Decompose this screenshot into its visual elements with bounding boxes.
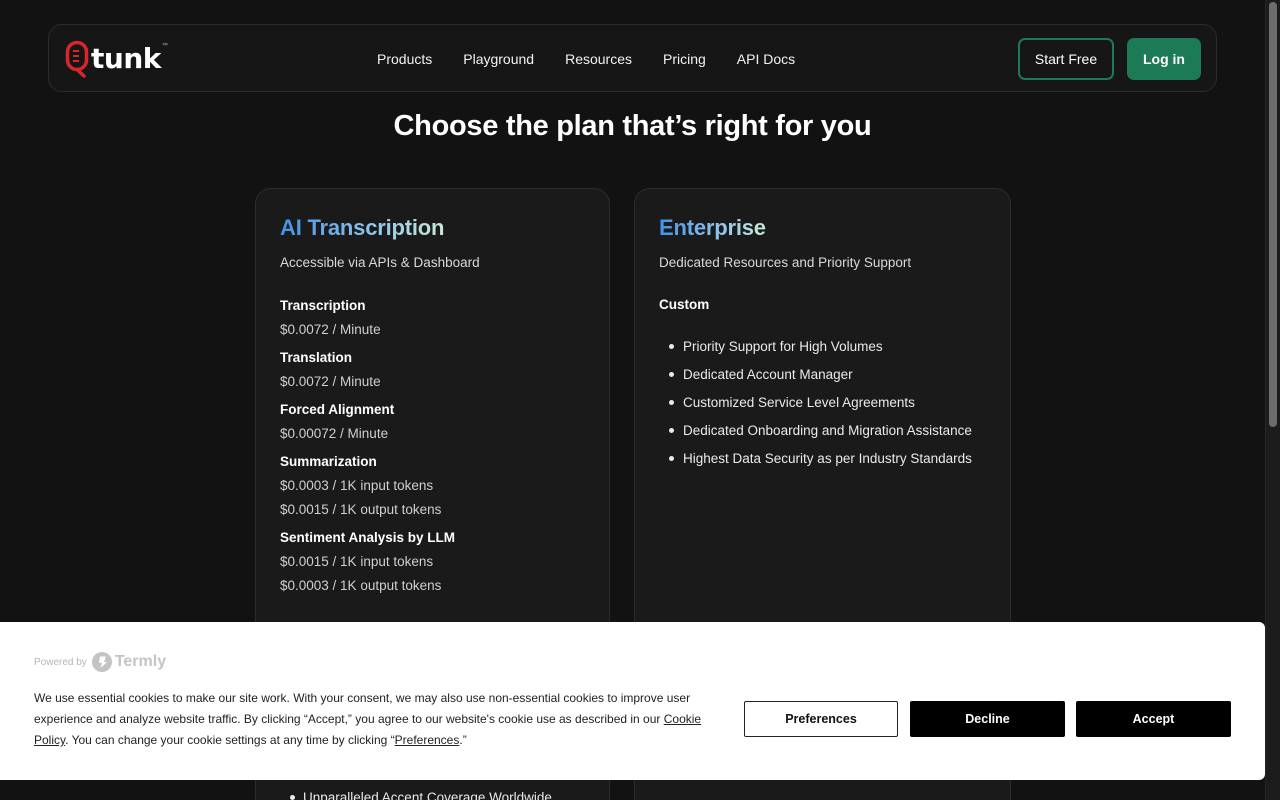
cookie-preferences-button[interactable]: Preferences [744,701,898,737]
scrollbar-thumb[interactable] [1269,2,1277,427]
list-item-label: Highest Data Security as per Industry St… [683,450,972,466]
page-scrollbar[interactable] [1265,0,1280,800]
feature-price: $0.0015 / 1K input tokens [280,554,434,569]
bullet-icon [669,371,674,377]
start-free-button[interactable]: Start Free [1018,38,1114,80]
feature-price: $0.0003 / 1K input tokens [280,478,434,493]
login-button[interactable]: Log in [1127,38,1201,80]
list-item: Unparalleled Accent Coverage Worldwide [290,790,552,800]
list-item-label: Customized Service Level Agreements [683,394,915,410]
nav-link-products[interactable]: Products [377,51,432,67]
brand-logo[interactable]: tunk ™ [65,39,168,79]
pricing-list: Transcription $0.0072 / Minute Translati… [280,297,589,595]
page-title: Choose the plan that’s right for you [393,110,872,142]
feature-price: $0.0072 / Minute [280,322,381,337]
nav-link-playground[interactable]: Playground [463,51,534,67]
feature-name: Transcription [280,298,366,313]
bullet-icon [290,795,295,800]
list-item-label: Unparalleled Accent Coverage Worldwide [303,790,552,800]
cookie-notice-text: We use essential cookies to make our sit… [34,691,702,747]
feature-price: $0.0015 / 1K output tokens [280,502,442,517]
cookie-consent-banner: Powered by Termly We use essential cooki… [0,622,1265,780]
bullet-icon [669,427,674,433]
cookie-decline-button[interactable]: Decline [910,701,1065,737]
tunk-logo-icon [65,40,89,78]
preferences-link[interactable]: Preferences [395,733,460,747]
nav-link-resources[interactable]: Resources [565,51,632,67]
termly-wordmark: Termly [114,653,167,670]
list-item-label: Dedicated Account Manager [683,366,853,382]
nav-link-pricing[interactable]: Pricing [663,51,706,67]
plan-title: Enterprise [659,215,766,240]
powered-by-termly[interactable]: Powered by Termly [34,652,166,672]
bullet-icon [669,343,674,349]
bullet-icon [669,455,674,461]
top-navbar: tunk ™ Products Playground Resources Pri… [48,24,1217,92]
bullet-icon [669,399,674,405]
feature-list: Priority Support for High Volumes Dedica… [659,337,990,467]
termly-logo-icon [91,652,112,672]
list-item: Priority Support for High Volumes [659,337,990,355]
feature-price: $0.0072 / Minute [280,374,381,389]
brand-name: tunk [91,42,161,75]
list-item: Customized Service Level Agreements [659,393,990,411]
plan-title: AI Transcription [280,215,445,240]
feature-price: $0.0003 / 1K output tokens [280,578,442,593]
feature-name: Forced Alignment [280,402,395,417]
feature-name: Sentiment Analysis by LLM [280,530,456,545]
feature-name: Summarization [280,454,377,469]
powered-by-label: Powered by [34,656,87,668]
list-item: Dedicated Account Manager [659,365,990,383]
plan-subtitle: Accessible via APIs & Dashboard [280,255,480,270]
plan-subtitle: Dedicated Resources and Priority Support [659,255,912,270]
plan-price: Custom [659,297,710,312]
list-item-label: Priority Support for High Volumes [683,338,883,354]
list-item: Highest Data Security as per Industry St… [659,449,990,467]
brand-trademark: ™ [161,43,168,49]
list-item-label: Dedicated Onboarding and Migration Assis… [683,422,972,438]
cookie-accept-button[interactable]: Accept [1076,701,1231,737]
nav-links: Products Playground Resources Pricing AP… [377,25,826,93]
feature-name: Translation [280,350,353,365]
feature-price: $0.00072 / Minute [280,426,389,441]
list-item: Dedicated Onboarding and Migration Assis… [659,421,990,439]
nav-link-api-docs[interactable]: API Docs [737,51,795,67]
